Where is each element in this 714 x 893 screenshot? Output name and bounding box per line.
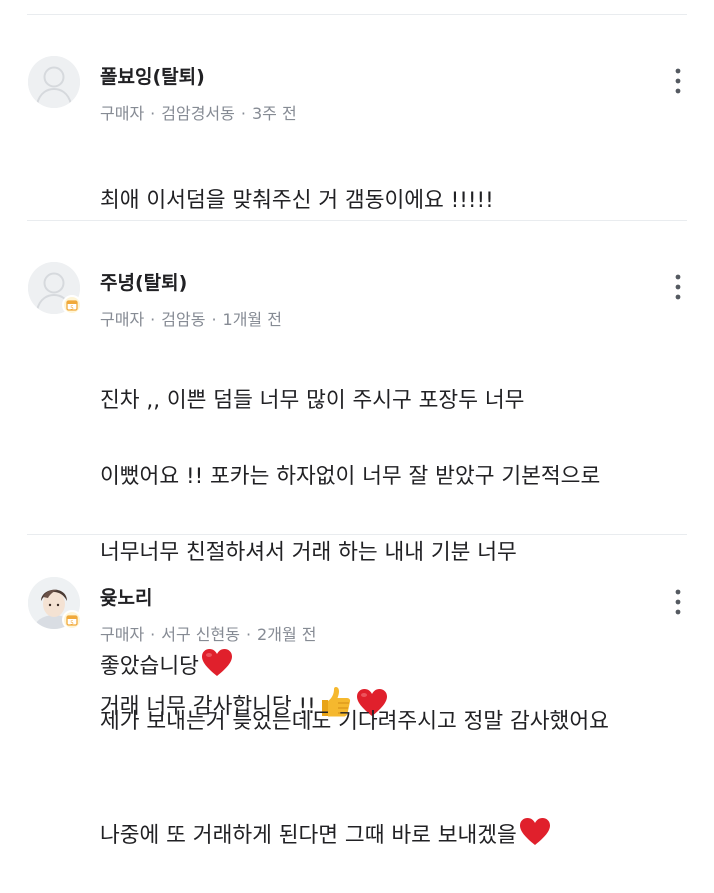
meta-separator: · <box>150 625 156 644</box>
svg-text:5: 5 <box>70 305 74 311</box>
review-meta: 구매자 · 검암동 · 1개월 전 <box>100 306 282 330</box>
review-line: 제가 보내는거 늦었는데도 기다려주시고 정말 감사했어요 <box>100 709 609 734</box>
more-vertical-icon <box>675 589 681 615</box>
more-vertical-icon <box>675 68 681 94</box>
divider <box>27 220 687 221</box>
reviewer-role: 구매자 <box>100 104 145 123</box>
review-time: 3주 전 <box>251 104 297 123</box>
review-line: 너무너무 친절하셔서 거래 하는 내내 기분 너무 <box>100 540 517 565</box>
reviewer-location: 검암경서동 <box>161 104 235 123</box>
review-meta: 구매자 · 서구 신현동 · 2개월 전 <box>100 621 316 645</box>
more-options-button[interactable] <box>664 268 692 302</box>
calendar-badge-icon: 5 <box>62 295 82 315</box>
review-line: 최애 이서덤을 맞춰주신 거 갬동이에요 !!!!! <box>100 188 494 213</box>
meta-separator: · <box>240 104 246 123</box>
review-text: 제가 보내는거 늦었는데도 기다려주시고 정말 감사했어요 나중에 또 거래하게… <box>100 665 694 893</box>
divider-top <box>27 14 687 15</box>
review-line: 진차 ,, 이쁜 덤들 너무 많이 주시구 포장두 너무 <box>100 388 525 413</box>
more-options-button[interactable] <box>664 583 692 617</box>
svg-text:5: 5 <box>70 620 74 626</box>
avatar[interactable] <box>28 56 80 108</box>
divider <box>27 534 687 535</box>
review-line: 이뻤어요 !! 포카는 하자없이 너무 잘 받았구 기본적으로 <box>100 464 601 489</box>
review-time: 2개월 전 <box>257 625 317 644</box>
reviewer-location: 서구 신현동 <box>161 625 240 644</box>
reviewer-name[interactable]: 주녕(탈퇴) <box>100 268 187 295</box>
meta-separator: · <box>150 104 156 123</box>
review-line-part: 나중에 또 거래하게 된다면 그때 바로 보내겠을 <box>100 823 517 848</box>
reviewer-role: 구매자 <box>100 310 145 329</box>
meta-separator: · <box>211 310 217 329</box>
meta-separator: · <box>245 625 252 644</box>
review-line-with-emoji: 나중에 또 거래하게 된다면 그때 바로 보내겠을 <box>100 779 694 855</box>
review-text: 최애 이서덤을 맞춰주신 거 갬동이에요 !!!!! <box>100 144 694 258</box>
reviewer-location: 검암동 <box>161 310 206 329</box>
more-vertical-icon <box>675 274 681 300</box>
reviewer-name[interactable]: 폴뵤잉(탈퇴) <box>100 62 205 89</box>
calendar-badge-icon: 5 <box>62 610 82 630</box>
reviewer-role: 구매자 <box>100 625 145 644</box>
review-meta: 구매자 · 검암경서동 · 3주 전 <box>100 100 297 124</box>
reviewer-name[interactable]: 윶노리 <box>100 583 152 610</box>
review-time: 1개월 전 <box>222 310 282 329</box>
default-avatar-icon <box>28 56 80 108</box>
red-heart-emoji <box>519 818 550 845</box>
meta-separator: · <box>150 310 156 329</box>
more-options-button[interactable] <box>664 62 692 96</box>
